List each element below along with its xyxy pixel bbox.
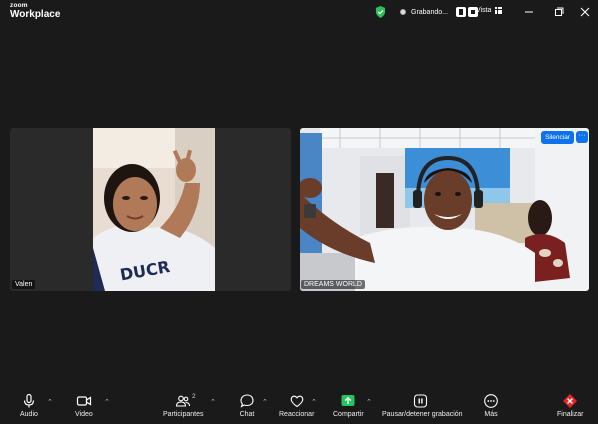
recording-indicator[interactable]: Grabando... (375, 6, 478, 18)
react-button[interactable]: Reaccionar (279, 393, 314, 418)
audio-options-caret-icon[interactable]: ⌃ (47, 398, 53, 406)
heart-icon (290, 395, 304, 408)
record-label: Pausar/detener grabación (382, 411, 463, 418)
participants-count: 2 (192, 393, 196, 400)
grid-icon (495, 7, 503, 14)
video-label: Video (75, 411, 93, 418)
more-label: Más (484, 411, 498, 418)
participants-label: Participantes (163, 411, 204, 418)
chat-label: Chat (239, 411, 255, 418)
pause-recording-icon[interactable] (455, 7, 466, 17)
restore-icon[interactable] (553, 6, 565, 18)
participant-name: DREAMS WORLD (301, 280, 365, 289)
video-tile-valen[interactable]: DUCR Valen (10, 128, 291, 291)
pause-stop-recording-icon (414, 394, 428, 408)
react-options-caret-icon[interactable]: ⌃ (311, 398, 317, 406)
more-button[interactable]: Más (483, 393, 499, 418)
chat-button[interactable]: Chat (239, 393, 255, 418)
recording-dot-icon (400, 9, 406, 15)
camera-icon (76, 396, 91, 406)
end-call-icon (563, 394, 578, 408)
record-controls-button[interactable]: Pausar/detener grabación (382, 393, 463, 418)
view-button[interactable]: Vista (476, 7, 503, 14)
minimize-icon[interactable] (523, 6, 535, 18)
video-options-caret-icon[interactable]: ⌃ (104, 398, 110, 406)
close-icon[interactable] (579, 6, 591, 18)
more-icon (484, 394, 498, 408)
audio-label: Audio (20, 411, 38, 418)
video-button[interactable]: Video (75, 393, 93, 418)
participant-video (300, 128, 589, 291)
recording-label: Grabando... (411, 8, 448, 16)
end-label: Finalizar (557, 411, 584, 418)
meeting-toolbar: Audio ⌃ Video ⌃ Participantes 2 ⌃ Chat ⌃… (0, 390, 598, 424)
shield-icon[interactable] (375, 6, 386, 18)
end-meeting-button[interactable]: Finalizar (557, 393, 583, 418)
participants-icon (176, 395, 191, 407)
chat-icon (240, 394, 254, 408)
react-label: Reaccionar (279, 411, 315, 418)
participant-name: Valen (12, 280, 36, 289)
video-tile-dreams-world[interactable]: Silenciar ··· DREAMS WORLD (300, 128, 589, 291)
chat-options-caret-icon[interactable]: ⌃ (262, 398, 268, 406)
mute-participant-button[interactable]: Silenciar (541, 131, 574, 144)
view-label: Vista (476, 7, 492, 14)
share-label: Compartir (333, 411, 364, 418)
audio-button[interactable]: Audio (20, 393, 38, 418)
participants-button[interactable]: Participantes (163, 393, 203, 418)
share-screen-icon (341, 395, 355, 406)
share-button[interactable]: Compartir (333, 393, 364, 418)
zoom-logo: zoom Workplace (10, 2, 61, 20)
logo-bottom: Workplace (10, 8, 61, 20)
microphone-icon (23, 393, 35, 408)
participants-options-caret-icon[interactable]: ⌃ (210, 398, 216, 406)
share-options-caret-icon[interactable]: ⌃ (366, 398, 372, 406)
participant-video: DUCR (10, 128, 291, 291)
tile-more-button[interactable]: ··· (576, 131, 588, 143)
title-bar: zoom Workplace Grabando... Vista (0, 0, 598, 24)
